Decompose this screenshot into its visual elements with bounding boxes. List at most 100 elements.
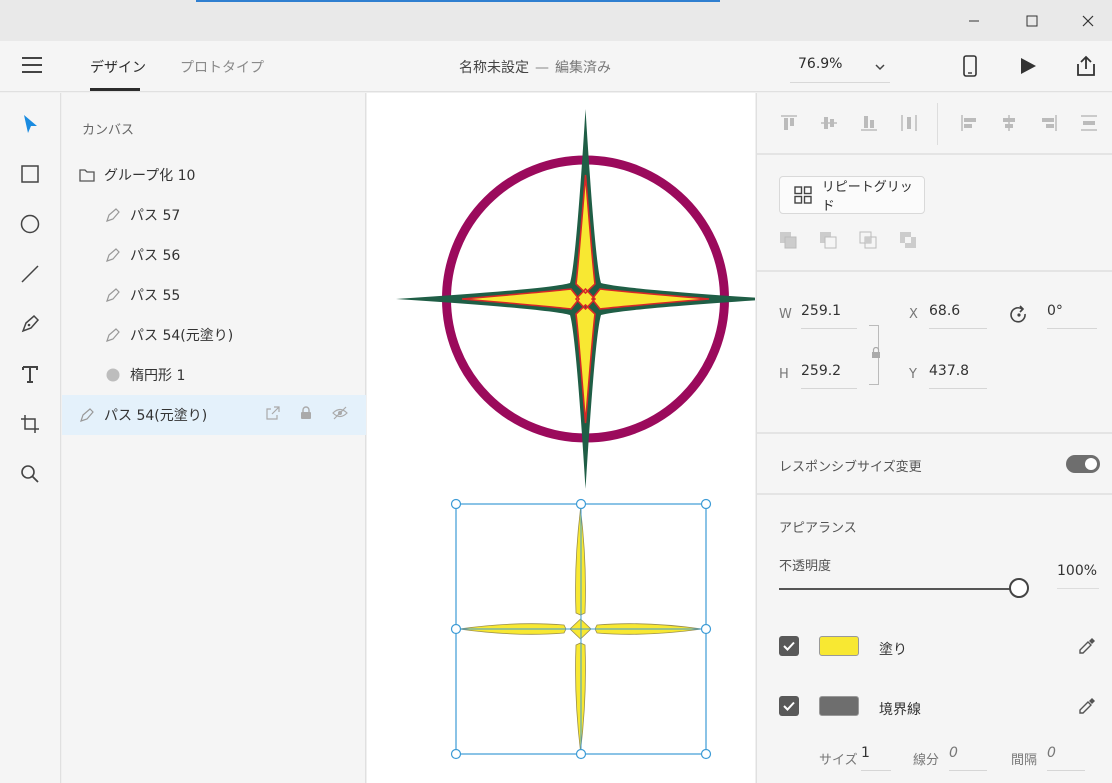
ellipse-tool[interactable] <box>16 210 44 238</box>
opacity-slider-handle[interactable] <box>1009 578 1029 598</box>
layer-item-path-57[interactable]: パス 57 <box>62 195 366 235</box>
pen-icon <box>104 206 122 224</box>
play-preview-button[interactable] <box>1016 54 1040 78</box>
height-label: H <box>779 367 789 382</box>
responsive-resize-toggle[interactable] <box>1066 455 1100 473</box>
layer-item-path-55[interactable]: パス 55 <box>62 275 366 315</box>
fill-color-swatch[interactable] <box>819 636 859 656</box>
align-center-icon[interactable] <box>999 113 1019 133</box>
distribute-vertical-icon[interactable] <box>899 113 919 133</box>
width-field[interactable]: 259.1 <box>801 301 857 329</box>
star-fill-path[interactable] <box>461 174 710 424</box>
resize-handle[interactable] <box>450 748 462 760</box>
gap-field[interactable]: 0 <box>1047 743 1085 771</box>
app-bar: デザイン プロトタイプ 名称未設定 — 編集済み 76.9% <box>0 41 1112 92</box>
layer-item-path-54-original[interactable]: パス 54(元塗り) <box>62 315 366 355</box>
pen-icon <box>104 286 122 304</box>
resize-handle[interactable] <box>450 623 462 635</box>
resize-handle[interactable] <box>450 498 462 510</box>
section-divider <box>757 493 1112 495</box>
align-middle-icon[interactable] <box>819 113 839 133</box>
repeat-grid-button[interactable]: リピートグリッド <box>779 176 925 214</box>
rotate-icon <box>1010 305 1026 323</box>
appearance-heading: アピアランス <box>779 521 857 536</box>
aspect-lock-icon[interactable] <box>871 347 881 359</box>
rotation-field[interactable]: 0° <box>1047 301 1097 329</box>
opacity-slider-track[interactable] <box>779 588 1019 590</box>
resize-handle[interactable] <box>700 623 712 635</box>
fill-checkbox[interactable] <box>779 636 799 656</box>
pen-tool[interactable] <box>16 310 44 338</box>
zoom-tool[interactable] <box>16 460 44 488</box>
selected-path-54[interactable] <box>450 498 712 760</box>
eyedropper-icon[interactable] <box>1077 636 1097 656</box>
eye-hidden-icon[interactable] <box>332 406 348 420</box>
height-field[interactable]: 259.2 <box>801 361 857 389</box>
select-tool[interactable] <box>16 110 44 138</box>
resize-handle[interactable] <box>575 498 587 510</box>
border-color-swatch[interactable] <box>819 696 859 716</box>
select-arrow-icon <box>24 115 37 133</box>
text-tool[interactable] <box>16 360 44 388</box>
distribute-horizontal-icon[interactable] <box>1079 113 1099 133</box>
boolean-intersect-icon[interactable] <box>859 231 879 251</box>
pen-icon <box>104 246 122 264</box>
active-tab-indicator <box>90 88 140 91</box>
layer-label: パス 54(元塗り) <box>104 408 208 424</box>
group-10[interactable] <box>396 109 755 489</box>
stroke-size-field[interactable]: 1 <box>861 743 891 771</box>
layer-item-path-56[interactable]: パス 56 <box>62 235 366 275</box>
y-field[interactable]: 437.8 <box>929 361 987 389</box>
lock-icon[interactable] <box>300 406 312 420</box>
maximize-button[interactable] <box>1004 0 1060 41</box>
play-icon <box>1021 58 1036 74</box>
pen-icon <box>104 326 122 344</box>
document-status: 編集済み <box>555 60 611 76</box>
layer-label: パス 54(元塗り) <box>130 328 234 344</box>
boolean-add-icon[interactable] <box>779 231 799 251</box>
layer-item-ellipse-1[interactable]: 楕円形 1 <box>62 355 366 395</box>
line-tool[interactable] <box>16 260 44 288</box>
layers-panel-title: カンバス <box>82 123 135 138</box>
document-separator: — <box>535 60 549 76</box>
rectangle-tool[interactable] <box>16 160 44 188</box>
x-label: X <box>909 307 918 322</box>
external-link-icon[interactable] <box>266 406 280 420</box>
layer-label: 楕円形 1 <box>130 368 186 384</box>
resize-handle[interactable] <box>700 498 712 510</box>
zoom-dropdown[interactable]: 76.9% <box>790 49 890 83</box>
repeat-grid-label: リピートグリッド <box>821 180 913 214</box>
align-bottom-icon[interactable] <box>859 113 879 133</box>
align-left-icon[interactable] <box>959 113 979 133</box>
boolean-exclude-icon[interactable] <box>899 231 919 251</box>
resize-handle[interactable] <box>700 748 712 760</box>
chevron-down-icon <box>875 64 885 71</box>
device-preview-button[interactable] <box>958 54 982 78</box>
artboard-tool[interactable] <box>16 410 44 438</box>
layer-label: パス 55 <box>130 288 181 304</box>
search-icon <box>21 465 39 483</box>
section-divider <box>757 270 1112 272</box>
resize-handle[interactable] <box>575 748 587 760</box>
share-button[interactable] <box>1074 54 1098 78</box>
opacity-value[interactable]: 100% <box>1057 561 1099 589</box>
rectangle-icon <box>21 165 39 183</box>
boolean-subtract-icon[interactable] <box>819 231 839 251</box>
tool-bar <box>0 93 61 783</box>
x-field[interactable]: 68.6 <box>929 301 987 329</box>
minimize-button[interactable] <box>946 0 1002 41</box>
layer-item-path-54-selected[interactable]: パス 54(元塗り) <box>62 395 366 435</box>
eyedropper-icon[interactable] <box>1077 696 1097 716</box>
align-top-icon[interactable] <box>779 113 799 133</box>
title-bar <box>0 0 1112 41</box>
close-button[interactable] <box>1060 0 1112 41</box>
artboard-drawing <box>396 109 755 760</box>
minimize-icon <box>969 20 979 21</box>
design-canvas[interactable] <box>367 93 755 783</box>
layer-item-group[interactable]: グループ化 10 <box>62 155 366 195</box>
text-icon <box>22 366 38 383</box>
border-checkbox[interactable] <box>779 696 799 716</box>
align-right-icon[interactable] <box>1039 113 1059 133</box>
dash-field[interactable]: 0 <box>949 743 987 771</box>
document-title: 名称未設定 — 編集済み <box>0 57 1070 77</box>
